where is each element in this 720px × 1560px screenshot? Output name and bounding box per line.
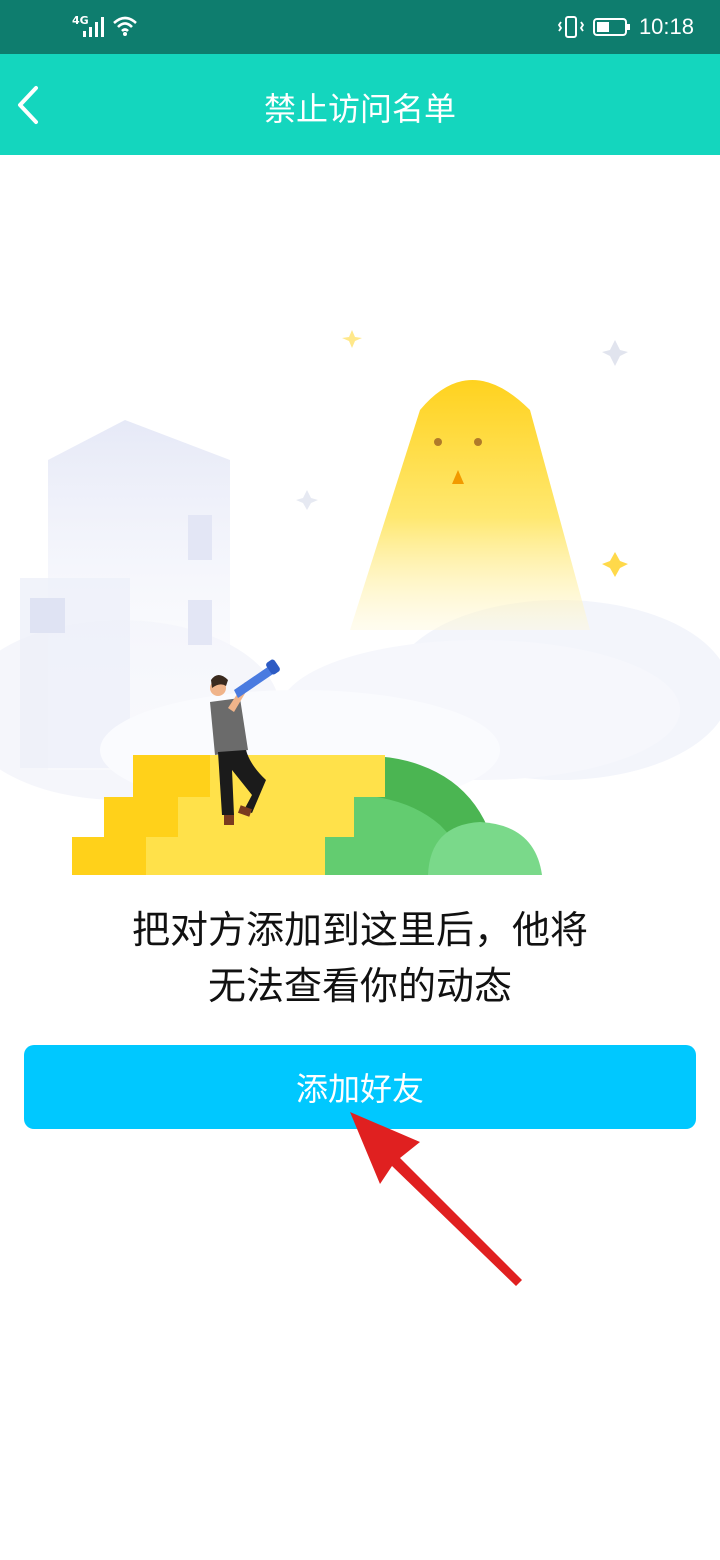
status-right: 10:18	[557, 12, 694, 42]
clock: 10:18	[638, 14, 694, 39]
red-arrow-annotation	[350, 1112, 522, 1286]
signal-icon	[83, 17, 104, 37]
description-text: 把对方添加到这里后，他将 无法查看你的动态	[60, 902, 660, 1014]
description-line-1: 把对方添加到这里后，他将	[131, 908, 588, 952]
telescope-person-illustration	[0, 330, 720, 875]
battery-icon	[592, 18, 630, 36]
description-line-2: 无法查看你的动态	[207, 964, 512, 1008]
app-bar: 禁止访问名单	[0, 54, 720, 155]
page-title: 禁止访问名单	[263, 90, 456, 128]
wifi-icon	[113, 16, 137, 36]
vibrate-icon	[557, 16, 585, 38]
ghost-shape	[350, 380, 590, 630]
status-bar: 4G 10:18	[0, 0, 720, 54]
